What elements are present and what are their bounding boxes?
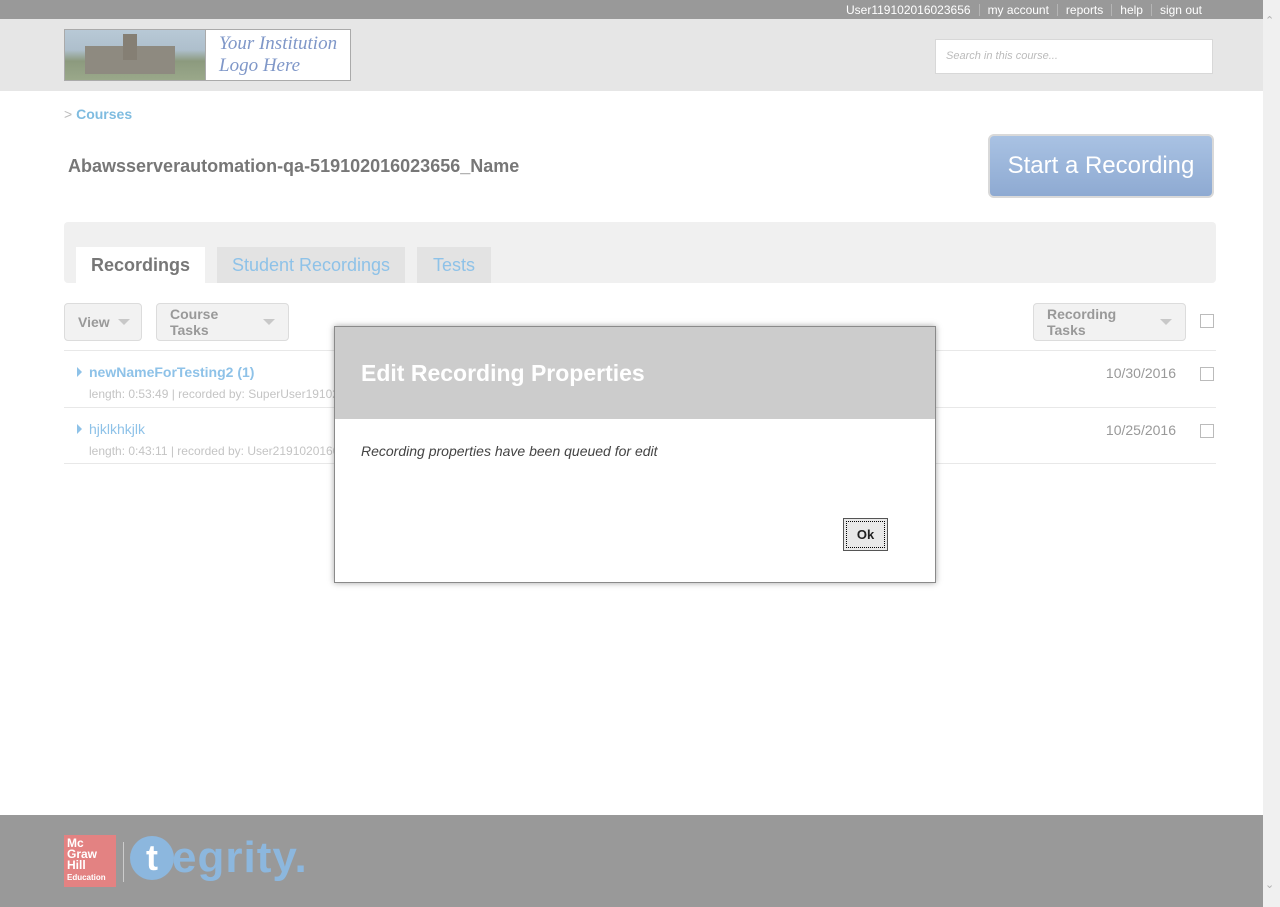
recording-date: 10/25/2016 bbox=[1105, 422, 1176, 438]
breadcrumb-courses-link[interactable]: Courses bbox=[76, 106, 132, 122]
search-input[interactable]: Search in this course... bbox=[935, 39, 1213, 74]
logo-text: Your Institution Logo Here bbox=[205, 30, 350, 80]
site-footer: Mc Graw Hill Education t egrity. bbox=[0, 815, 1263, 907]
reports-link[interactable]: reports bbox=[1056, 3, 1111, 16]
scroll-up-icon[interactable]: ⌃ bbox=[1265, 14, 1274, 27]
start-recording-button[interactable]: Start a Recording bbox=[988, 134, 1214, 198]
tab-student-recordings[interactable]: Student Recordings bbox=[217, 247, 405, 283]
tegrity-logo: t egrity. bbox=[130, 833, 308, 883]
chevron-down-icon bbox=[1160, 319, 1172, 325]
tab-tests[interactable]: Tests bbox=[417, 247, 491, 283]
publisher-line: Education bbox=[67, 873, 106, 882]
page-title: Abawsserverautomation-qa-519102016023656… bbox=[68, 156, 520, 176]
recording-checkbox[interactable] bbox=[1200, 367, 1214, 381]
help-link[interactable]: help bbox=[1111, 3, 1151, 16]
page-scrollbar[interactable]: ⌃ ⌄ bbox=[1263, 0, 1280, 907]
recording-meta: length: 0:53:49 | recorded by: SuperUser… bbox=[89, 387, 339, 401]
view-label: View bbox=[78, 314, 110, 330]
recording-checkbox[interactable] bbox=[1200, 424, 1214, 438]
tegrity-wordmark: egrity. bbox=[172, 833, 308, 882]
course-tasks-dropdown[interactable]: Course Tasks bbox=[156, 303, 289, 341]
chevron-down-icon bbox=[117, 319, 130, 325]
edit-recording-properties-dialog: Edit Recording Properties Recording prop… bbox=[334, 326, 936, 583]
expand-arrow-icon[interactable] bbox=[77, 367, 82, 377]
scroll-down-icon[interactable]: ⌄ bbox=[1265, 878, 1274, 891]
tab-recordings[interactable]: Recordings bbox=[76, 247, 205, 283]
recording-title[interactable]: newNameForTesting2 (1) bbox=[89, 364, 254, 380]
recording-date: 10/30/2016 bbox=[1105, 365, 1176, 381]
tegrity-initial: t bbox=[130, 836, 174, 880]
mcgraw-hill-logo: Mc Graw Hill Education bbox=[64, 835, 116, 887]
dialog-title: Edit Recording Properties bbox=[335, 327, 935, 419]
recording-title[interactable]: hjklkhkjlk bbox=[89, 421, 145, 437]
institution-logo: Your Institution Logo Here bbox=[64, 29, 351, 81]
username-label: User11910201602365​6 bbox=[846, 2, 971, 17]
chevron-down-icon bbox=[263, 319, 275, 325]
dialog-message: Recording properties have been queued fo… bbox=[361, 443, 658, 459]
breadcrumb-separator: > bbox=[64, 106, 73, 122]
recording-meta: length: 0:43:11 | recorded by: User21910… bbox=[89, 444, 340, 458]
course-tasks-label: Course Tasks bbox=[170, 306, 219, 338]
logo-line-1: Your Institution bbox=[219, 33, 338, 54]
sign-out-link[interactable]: sign out bbox=[1150, 3, 1210, 16]
recording-tasks-label: Recording Tasks bbox=[1047, 306, 1117, 338]
select-all-checkbox[interactable] bbox=[1200, 314, 1214, 328]
top-nav-bar: User11910201602365​6 my account reports … bbox=[0, 0, 1263, 19]
tab-bar: Recordings Student Recordings Tests bbox=[64, 222, 1216, 283]
publisher-line: Hill bbox=[67, 858, 86, 872]
my-account-link[interactable]: my account bbox=[978, 3, 1057, 16]
campus-image bbox=[65, 30, 205, 80]
recording-tasks-dropdown[interactable]: Recording Tasks bbox=[1033, 303, 1186, 341]
expand-arrow-icon[interactable] bbox=[77, 424, 82, 434]
breadcrumb: > Courses bbox=[64, 106, 132, 122]
view-dropdown[interactable]: View bbox=[64, 303, 142, 341]
site-header: Your Institution Logo Here Search in thi… bbox=[0, 19, 1263, 91]
ok-button[interactable]: Ok bbox=[843, 518, 888, 551]
logo-line-2: Logo Here bbox=[219, 55, 301, 76]
footer-separator bbox=[123, 842, 124, 882]
